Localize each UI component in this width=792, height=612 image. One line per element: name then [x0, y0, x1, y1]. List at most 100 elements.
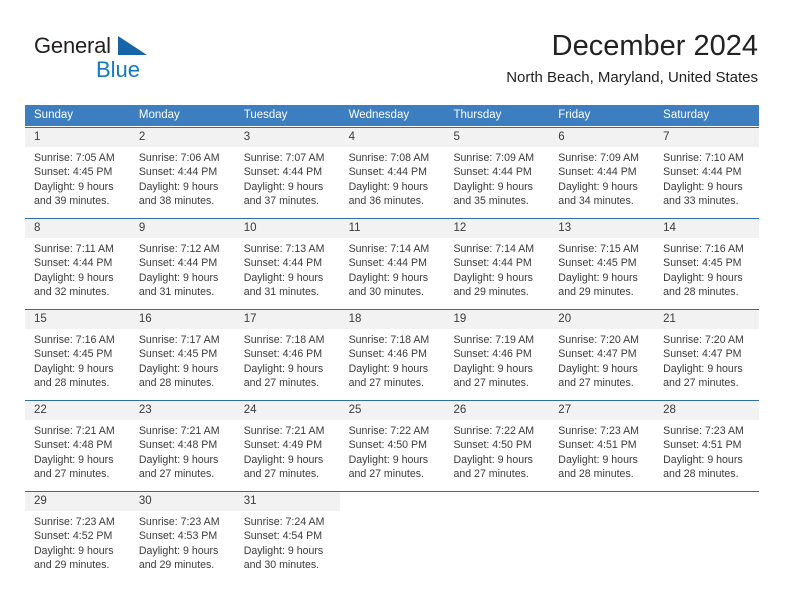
calendar-day-cell[interactable]: 22 Sunrise: 7:21 AM Sunset: 4:48 PM Dayligh…	[25, 401, 130, 484]
calendar-day-cell[interactable]: 1 Sunrise: 7:05 AM Sunset: 4:45 PM Daylight…	[25, 128, 130, 211]
calendar-day-cell[interactable]: 6 Sunrise: 7:09 AM Sunset: 4:44 PM Daylight…	[549, 128, 655, 211]
calendar-day-cell[interactable]: 14 Sunrise: 7:16 AM Sunset: 4:45 PM Dayligh…	[654, 219, 760, 302]
day-number: 31	[234, 492, 340, 511]
sunrise-text: Sunrise: 7:19 AM	[453, 334, 535, 346]
day-number: 14	[654, 219, 760, 238]
sunset-text: Sunset: 4:44 PM	[243, 257, 323, 270]
weekday-header-row: Sunday Monday Tuesday Wednesday Thursday Frid…	[25, 105, 759, 126]
daylight-text-line1: Daylight: 9 hours	[34, 362, 114, 375]
sunrise-text: Sunrise: 7:14 AM	[348, 243, 430, 255]
day-details: Sunrise: 7:16 AM Sunset: 4:45 PM Daylight:…	[654, 238, 759, 299]
daylight-text-line2: and 31 minutes.	[138, 285, 215, 298]
daylight-text-line1: Daylight: 9 hours	[243, 453, 324, 466]
calendar-week-row: 1 Sunrise: 7:05 AM Sunset: 4:45 PM Daylight…	[25, 127, 760, 211]
day-details: Sunrise: 7:07 AM Sunset: 4:44 PM Daylight:…	[235, 147, 340, 208]
day-number: 11	[339, 219, 445, 238]
day-details: Sunrise: 7:20 AM Sunset: 4:47 PM Daylight:…	[549, 329, 654, 390]
day-number: 13	[549, 219, 655, 238]
calendar-day-cell[interactable]: 16 Sunrise: 7:17 AM Sunset: 4:45 PM Dayligh…	[129, 310, 235, 393]
calendar-day-cell[interactable]: 27 Sunrise: 7:23 AM Sunset: 4:51 PM Dayligh…	[549, 401, 655, 484]
sunrise-text: Sunrise: 7:17 AM	[138, 334, 220, 346]
sunrise-text: Sunrise: 7:23 AM	[663, 425, 744, 437]
sunset-text: Sunset: 4:51 PM	[558, 439, 637, 452]
day-details: Sunrise: 7:22 AM Sunset: 4:50 PM Daylight:…	[444, 420, 549, 481]
calendar-day-cell[interactable]: 2 Sunrise: 7:06 AM Sunset: 4:44 PM Daylight…	[129, 128, 235, 211]
day-number: 15	[25, 310, 130, 329]
calendar-day-cell[interactable]: 18 Sunrise: 7:18 AM Sunset: 4:46 PM Dayligh…	[339, 310, 445, 393]
calendar-day-cell[interactable]: 25 Sunrise: 7:22 AM Sunset: 4:50 PM Dayligh…	[339, 401, 445, 484]
daylight-text-line2: and 27 minutes.	[348, 376, 424, 389]
calendar-day-cell[interactable]: 3 Sunrise: 7:07 AM Sunset: 4:44 PM Daylight…	[234, 128, 340, 211]
calendar-cell-empty	[654, 492, 760, 575]
daylight-text-line1: Daylight: 9 hours	[453, 180, 533, 193]
calendar-weeks: 1 Sunrise: 7:05 AM Sunset: 4:45 PM Daylight…	[25, 127, 760, 575]
calendar-day-cell[interactable]: 29 Sunrise: 7:23 AM Sunset: 4:52 PM Dayligh…	[25, 492, 130, 575]
daylight-text-line1: Daylight: 9 hours	[243, 180, 324, 193]
sunrise-text: Sunrise: 7:20 AM	[558, 334, 639, 346]
day-details: Sunrise: 7:13 AM Sunset: 4:44 PM Daylight:…	[235, 238, 340, 299]
sunrise-text: Sunrise: 7:24 AM	[243, 516, 325, 528]
calendar-day-cell[interactable]: 24 Sunrise: 7:21 AM Sunset: 4:49 PM Dayligh…	[234, 401, 340, 484]
sunset-text: Sunset: 4:44 PM	[663, 166, 742, 179]
day-details: Sunrise: 7:21 AM Sunset: 4:48 PM Daylight:…	[25, 420, 130, 481]
daylight-text-line2: and 31 minutes.	[243, 285, 320, 298]
weekday-header-wednesday: Wednesday	[348, 109, 410, 121]
calendar-day-cell[interactable]: 17 Sunrise: 7:18 AM Sunset: 4:46 PM Dayligh…	[234, 310, 340, 393]
day-number	[549, 492, 655, 511]
daylight-text-line2: and 30 minutes.	[348, 285, 424, 298]
weekday-header-monday: Monday	[138, 109, 180, 121]
calendar-day-cell[interactable]: 5 Sunrise: 7:09 AM Sunset: 4:44 PM Daylight…	[444, 128, 550, 211]
calendar-day-cell[interactable]: 28 Sunrise: 7:23 AM Sunset: 4:51 PM Dayligh…	[654, 401, 760, 484]
calendar-day-cell[interactable]: 31 Sunrise: 7:24 AM Sunset: 4:54 PM Dayligh…	[234, 492, 340, 575]
calendar-day-cell[interactable]: 20 Sunrise: 7:20 AM Sunset: 4:47 PM Dayligh…	[549, 310, 655, 393]
day-number: 28	[654, 401, 760, 420]
day-number: 17	[234, 310, 340, 329]
day-number: 26	[444, 401, 550, 420]
daylight-text-line1: Daylight: 9 hours	[34, 180, 114, 193]
calendar-day-cell[interactable]: 11 Sunrise: 7:14 AM Sunset: 4:44 PM Dayligh…	[339, 219, 445, 302]
calendar-day-cell[interactable]: 30 Sunrise: 7:23 AM Sunset: 4:53 PM Dayligh…	[129, 492, 235, 575]
day-number: 23	[129, 401, 235, 420]
calendar-day-cell[interactable]: 19 Sunrise: 7:19 AM Sunset: 4:46 PM Dayligh…	[444, 310, 550, 393]
daylight-text-line1: Daylight: 9 hours	[558, 362, 638, 375]
calendar-day-cell[interactable]: 9 Sunrise: 7:12 AM Sunset: 4:44 PM Daylight…	[129, 219, 235, 302]
sunset-text: Sunset: 4:45 PM	[558, 257, 637, 270]
daylight-text-line1: Daylight: 9 hours	[558, 453, 638, 466]
day-number: 24	[234, 401, 340, 420]
sunset-text: Sunset: 4:44 PM	[453, 257, 532, 270]
sunset-text: Sunset: 4:44 PM	[138, 166, 218, 179]
sunset-text: Sunset: 4:50 PM	[348, 439, 427, 452]
day-details: Sunrise: 7:11 AM Sunset: 4:44 PM Daylight:…	[25, 238, 130, 299]
calendar-week-row: 15 Sunrise: 7:16 AM Sunset: 4:45 PM Dayligh…	[25, 309, 760, 393]
sunrise-text: Sunrise: 7:18 AM	[243, 334, 325, 346]
sunset-text: Sunset: 4:45 PM	[34, 166, 113, 179]
general-blue-logo[interactable]: General Blue	[34, 33, 194, 85]
sunrise-text: Sunrise: 7:13 AM	[243, 243, 325, 255]
calendar-day-cell[interactable]: 13 Sunrise: 7:15 AM Sunset: 4:45 PM Dayligh…	[549, 219, 655, 302]
calendar-day-cell[interactable]: 21 Sunrise: 7:20 AM Sunset: 4:47 PM Dayligh…	[654, 310, 760, 393]
sunset-text: Sunset: 4:45 PM	[138, 348, 218, 361]
daylight-text-line1: Daylight: 9 hours	[34, 271, 114, 284]
calendar-day-cell[interactable]: 23 Sunrise: 7:21 AM Sunset: 4:48 PM Dayligh…	[129, 401, 235, 484]
daylight-text-line2: and 28 minutes.	[138, 376, 215, 389]
sunset-text: Sunset: 4:53 PM	[138, 530, 218, 543]
calendar-day-cell[interactable]: 8 Sunrise: 7:11 AM Sunset: 4:44 PM Daylight…	[25, 219, 130, 302]
calendar-day-cell[interactable]: 26 Sunrise: 7:22 AM Sunset: 4:50 PM Dayligh…	[444, 401, 550, 484]
daylight-text-line2: and 27 minutes.	[453, 467, 529, 480]
calendar-day-cell[interactable]: 4 Sunrise: 7:08 AM Sunset: 4:44 PM Daylight…	[339, 128, 445, 211]
daylight-text-line1: Daylight: 9 hours	[663, 271, 743, 284]
sunrise-text: Sunrise: 7:23 AM	[558, 425, 639, 437]
weekday-header-saturday: Saturday	[663, 109, 710, 121]
daylight-text-line2: and 38 minutes.	[138, 194, 215, 207]
calendar-day-cell[interactable]: 15 Sunrise: 7:16 AM Sunset: 4:45 PM Dayligh…	[25, 310, 130, 393]
calendar-day-cell[interactable]: 7 Sunrise: 7:10 AM Sunset: 4:44 PM Daylight…	[654, 128, 760, 211]
day-details: Sunrise: 7:23 AM Sunset: 4:53 PM Daylight:…	[130, 511, 235, 572]
daylight-text-line1: Daylight: 9 hours	[348, 362, 429, 375]
weekday-header-friday: Friday	[558, 109, 591, 121]
calendar-cell-empty	[444, 492, 550, 575]
day-number: 12	[444, 219, 550, 238]
calendar-day-cell[interactable]: 12 Sunrise: 7:14 AM Sunset: 4:44 PM Dayligh…	[444, 219, 550, 302]
calendar-day-cell[interactable]: 10 Sunrise: 7:13 AM Sunset: 4:44 PM Dayligh…	[234, 219, 340, 302]
day-number	[444, 492, 550, 511]
day-number: 6	[549, 128, 655, 147]
